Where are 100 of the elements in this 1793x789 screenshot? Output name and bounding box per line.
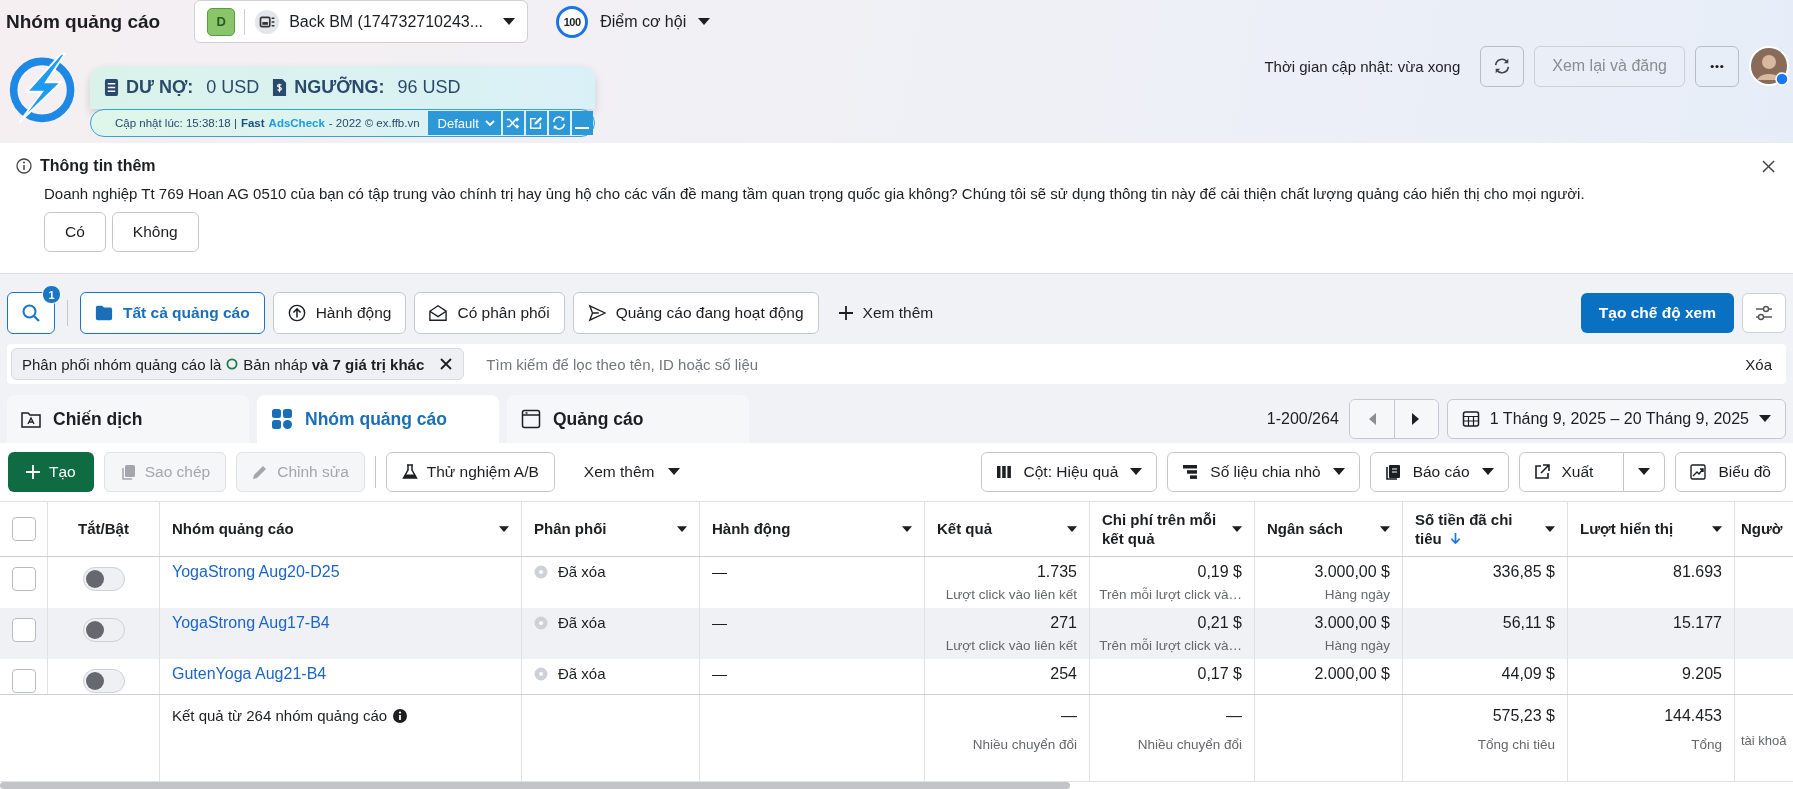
level-tab[interactable]: Quảng cáo [507,395,749,443]
create-view-button[interactable]: Tạo chế độ xem [1580,293,1734,333]
table-cell: 0,21 $ [1197,614,1242,632]
calendar-icon [1461,410,1480,428]
filter-count-badge: 1 [42,285,61,304]
next-page-button[interactable] [1393,400,1438,438]
table-cell: 9.205 [1681,665,1722,683]
table-cell: 15.177 [1673,614,1722,632]
toolbar-button[interactable]: Thử nghiệm A/B [385,452,555,492]
minimize-button[interactable] [571,111,593,135]
column-header[interactable]: Ngườ [1735,502,1793,556]
clear-link[interactable]: Xóa [1745,355,1772,373]
caret-icon [1545,525,1555,533]
search-button[interactable] [7,292,55,334]
search-icon [21,303,41,323]
info-icon [393,708,408,723]
row-checkbox[interactable] [11,618,36,642]
close-icon[interactable] [439,357,454,371]
view-tab[interactable]: Có phân phối [414,292,565,334]
refresh-icon [1493,57,1512,75]
view-tab[interactable]: Tất cả quảng cáo [80,292,265,334]
table-row[interactable]: YogaStrong Aug17-B4 Đã xóa — 271 Lượt click vào liên kết 0,21 $ Trên mỗi lượt click và… 3.000,00 $ Hàng ngày 56,11 $ 15.177 [0,608,1793,659]
ad-set-link[interactable]: YogaStrong Aug20-D25 [172,563,509,581]
toolbar-button[interactable]: Biểu đồ [1675,452,1786,492]
caret-icon [1712,525,1722,533]
toggle-switch[interactable] [82,669,125,693]
caret-icon [698,17,711,26]
business-icon [254,8,281,35]
opportunity-score-dropdown[interactable]: 100 Điểm cơ hội [556,5,711,38]
export-button[interactable]: Xuất [1518,452,1625,492]
status-dot-icon [534,565,548,579]
column-header[interactable]: Hành động [700,502,925,556]
column-header[interactable]: Ngân sách [1255,502,1403,556]
toggle-switch[interactable] [82,567,125,591]
answer-button[interactable]: Không [111,212,199,252]
notice-text: Doanh nghiệp Tt 769 Hoan AG 0510 của bạn có tập trung vào chính trị hay ủng hộ cho các vấn đề mang tầm quan trọng quốc gia không? Chúng tôi sẽ sử dụng thông tin này để cải thiện chất lượng quảng cáo hiển thị cho mọi người. [44,185,1586,202]
cell-caption: Nhiều chuyển đổi [1137,737,1242,752]
toggle-switch[interactable] [82,618,125,642]
table-row[interactable]: GutenYoga Aug21-B4 Đã xóa — 254 0,17 $ 2.000,00 $ 44,09 $ 9.205 [0,659,1793,694]
update-time: Cập nhật lúc: 15:38:18 | [115,117,237,129]
toolbar-dropdown[interactable]: Số liệu chia nhỏ [1167,452,1360,492]
horizontal-scrollbar[interactable] [0,782,1070,789]
grid-icon [271,408,293,430]
row-checkbox[interactable] [11,669,36,693]
cell-caption: Hàng ngày [1324,587,1390,602]
table-cell: 2.000,00 $ [1314,665,1390,683]
column-header[interactable]: Phân phối [522,502,700,556]
level-tab[interactable]: Nhóm quảng cáo [257,395,499,443]
column-header[interactable]: Tắt/Bật [48,502,160,556]
toolbar-dropdown[interactable]: Cột: Hiệu quả [980,452,1158,492]
table-cell: 3.000,00 $ [1314,614,1390,632]
caret-icon [503,17,516,26]
ad-set-link[interactable]: YogaStrong Aug17-B4 [172,614,509,632]
row-checkbox[interactable] [11,567,36,591]
profile-avatar-icon[interactable] [1749,46,1789,86]
cell-caption: Tổng [1691,737,1722,752]
line-chart-icon [1690,464,1707,480]
cell-caption: Trên mỗi lượt click và… [1099,638,1242,653]
toolbar-dropdown[interactable]: Báo cáo [1369,452,1509,492]
shuffle-button[interactable] [502,111,524,135]
cell-caption: Trên mỗi lượt click và… [1099,587,1242,602]
column-header[interactable]: Lượt hiển thị [1568,502,1735,556]
edit-icon [529,116,544,130]
cell-caption: Lượt click vào liên kết [945,638,1077,653]
flask-icon [401,464,418,480]
select-all-checkbox[interactable] [11,517,36,541]
status-dot-icon [534,616,548,630]
toolbar-button[interactable]: Xem thêm [568,452,696,492]
column-header[interactable]: Chi phí trên mỗi kết quả [1090,502,1255,556]
answer-button[interactable]: Có [44,212,106,252]
caret-icon [902,525,912,533]
export-options-button[interactable] [1624,452,1666,492]
column-header[interactable]: Kết quả [925,502,1090,556]
close-icon[interactable] [1762,159,1775,173]
level-tab[interactable]: Chiến dịch [7,395,249,443]
table-cell: 44,09 $ [1501,665,1555,683]
settings-button[interactable] [1742,293,1786,333]
results-summary: Kết quả từ 264 nhóm quảng cáo [172,707,388,724]
refresh-button[interactable] [548,111,570,135]
view-tab[interactable]: Hành động [272,292,407,334]
account-dropdown[interactable]: D Back BM (174732710243... [194,0,529,43]
view-tab[interactable]: Quảng cáo đang hoạt động [572,292,819,334]
cell-caption: Nhiều chuyển đổi [972,737,1077,752]
date-range-dropdown[interactable]: 1 Tháng 9, 2025 – 20 Tháng 9, 2025 [1446,399,1786,439]
filter-value: Bản nháp và 7 giá trị khác [243,355,425,373]
edit-button[interactable] [525,111,547,135]
refresh-button[interactable] [1480,45,1525,87]
caret-icon [677,525,687,533]
caret-icon [1067,525,1077,533]
table-cell: 81.693 [1673,563,1722,581]
column-header[interactable]: Số tiền đã chi tiêu [1403,502,1568,556]
column-header[interactable]: Nhóm quảng cáo [160,502,522,556]
table-cell: 0,19 $ [1197,563,1242,581]
more-views-button[interactable]: Xem thêm [826,304,946,322]
toolbar-button[interactable]: Tạo [8,452,94,492]
breakdown-icon [1182,464,1199,480]
ad-set-link[interactable]: GutenYoga Aug21-B4 [172,665,509,683]
filter-search-field[interactable]: Phân phối nhóm quảng cáo là Bản nháp và 7 giá trị khác Tìm kiếm để lọc theo tên, ID hoặc số liệu Xóa [7,344,1786,384]
filter-chip[interactable]: Phân phối nhóm quảng cáo là Bản nháp và 7 giá trị khác [11,348,465,380]
table-cell-text: — [712,563,728,580]
